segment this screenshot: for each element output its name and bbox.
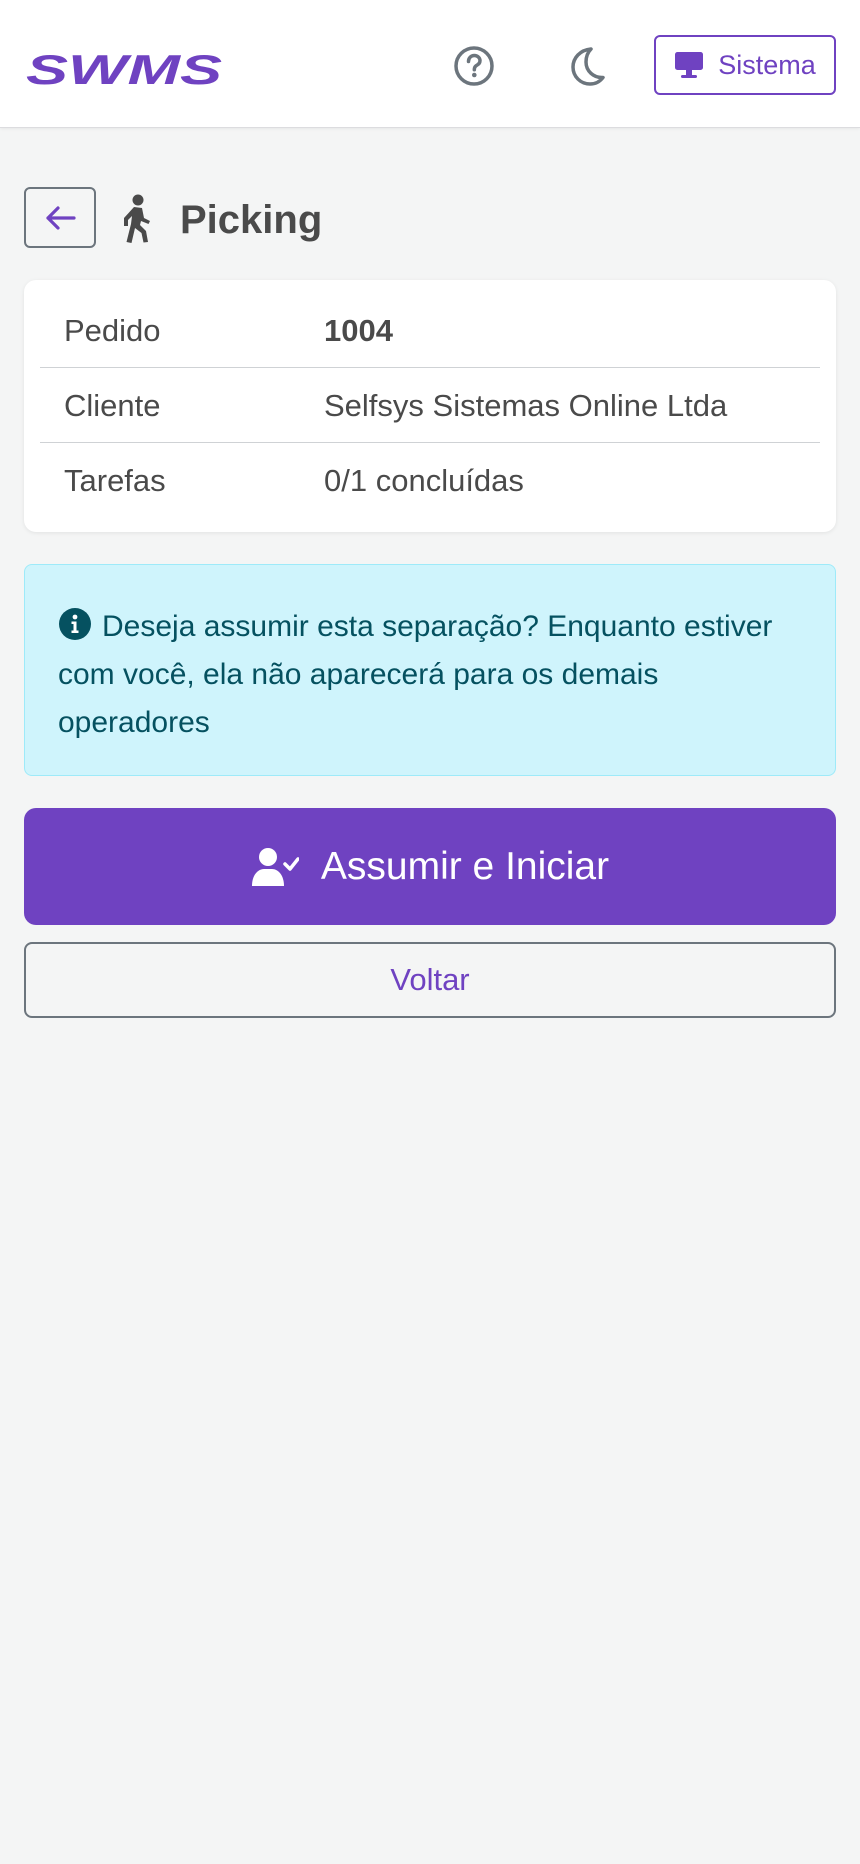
- tasks-value: 0/1 concluídas: [324, 463, 524, 498]
- system-theme-button[interactable]: Sistema: [654, 35, 836, 95]
- back-button-label: Voltar: [390, 962, 470, 997]
- order-label: Pedido: [64, 312, 161, 348]
- client-row: Cliente Selfsys Sistemas Online Ltda: [40, 369, 820, 443]
- question-circle-icon[interactable]: [452, 44, 496, 88]
- moon-icon[interactable]: [564, 44, 608, 88]
- assume-and-start-button[interactable]: Assumir e Iniciar: [24, 808, 836, 925]
- order-value: 1004: [324, 312, 393, 348]
- client-value: Selfsys Sistemas Online Ltda: [324, 387, 728, 423]
- user-check-icon: [251, 847, 299, 886]
- info-circle-icon: [59, 608, 91, 640]
- assume-button-label: Assumir e Iniciar: [320, 844, 610, 888]
- alert-text: Deseja assumir esta separação? Enquanto …: [58, 610, 773, 739]
- tasks-row: Tarefas 0/1 concluídas: [40, 444, 820, 518]
- order-row: Pedido 1004: [40, 294, 820, 368]
- info-alert: Deseja assumir esta separação? Enquanto …: [24, 564, 836, 776]
- logo-text: SWMS: [26, 50, 222, 90]
- back-button[interactable]: [24, 187, 96, 248]
- order-details-card: Pedido 1004 Cliente Selfsys Sistemas Onl…: [24, 280, 836, 532]
- top-navbar: SWMS Sistema: [0, 0, 860, 128]
- tasks-label: Tarefas: [64, 463, 166, 498]
- system-button-label: Sistema: [718, 49, 816, 80]
- page-title: Picking: [180, 198, 323, 242]
- swms-logo[interactable]: SWMS: [24, 50, 224, 90]
- monitor-icon: [675, 52, 704, 78]
- arrow-left-icon: [46, 205, 76, 230]
- back-text-button[interactable]: Voltar: [24, 942, 836, 1018]
- client-label: Cliente: [64, 387, 161, 423]
- person-walking-icon: [124, 194, 150, 243]
